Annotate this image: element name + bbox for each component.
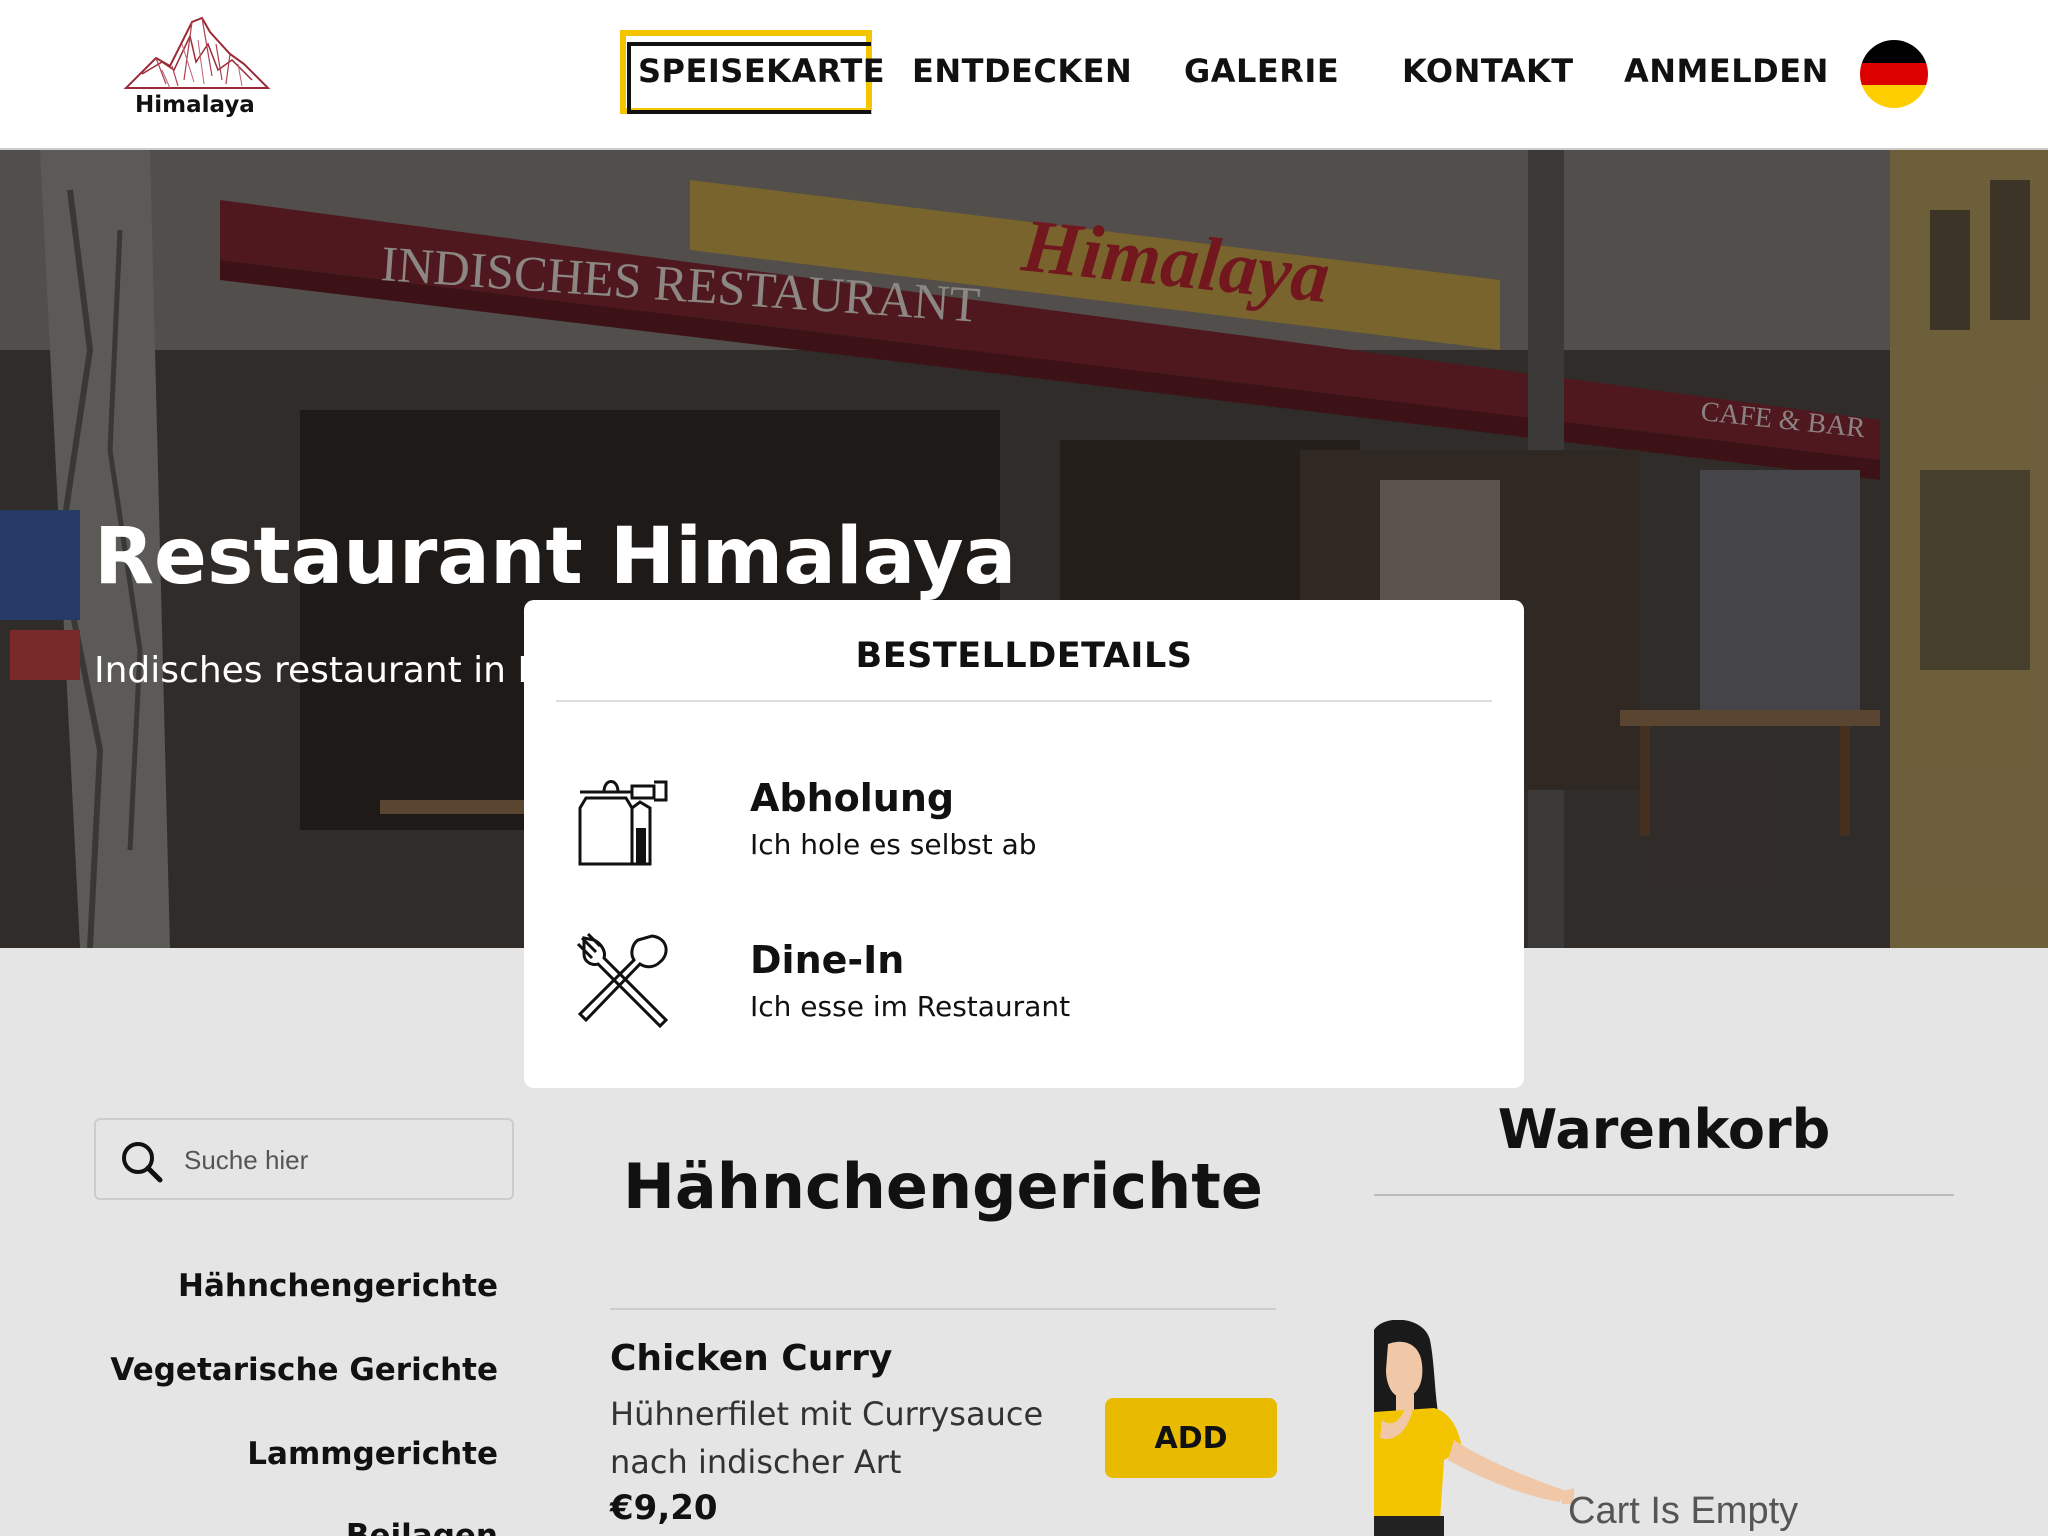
category-lammgerichte[interactable]: Lammgerichte <box>247 1436 498 1472</box>
nav-galerie[interactable]: GALERIE <box>1184 52 1339 90</box>
order-option-pickup[interactable]: Abholung Ich hole es selbst ab <box>574 768 1454 888</box>
search-icon <box>122 1142 163 1183</box>
add-to-cart-button[interactable]: ADD <box>1105 1398 1277 1478</box>
fork-spoon-icon <box>574 930 674 1030</box>
menu-section-divider <box>610 1308 1276 1310</box>
menu-section-title: Hähnchengerichte <box>623 1150 1263 1223</box>
nav-anmelden[interactable]: ANMELDEN <box>1624 52 1829 90</box>
cart-empty-text: Cart Is Empty <box>1568 1490 1799 1532</box>
order-details-card: BESTELLDETAILS Abholung Ich hole es selb… <box>524 600 1524 1088</box>
logo-text: Himalaya <box>135 92 255 118</box>
pickup-title: Abholung <box>750 776 955 820</box>
cart-title: Warenkorb <box>1497 1098 1831 1161</box>
nav-speisekarte[interactable]: SPEISEKARTE <box>638 52 885 90</box>
card-divider <box>556 700 1492 702</box>
category-haehnchengerichte[interactable]: Hähnchengerichte <box>178 1268 498 1304</box>
hero-title: Restaurant Himalaya <box>94 512 1017 602</box>
search-box[interactable] <box>94 1118 514 1200</box>
menu-item-description: Hühnerfilet mit Currysauce nach indische… <box>610 1395 1044 1481</box>
order-details-title: BESTELLDETAILS <box>855 636 1193 676</box>
takeaway-bag-icon <box>574 768 674 868</box>
category-vegetarische-gerichte[interactable]: Vegetarische Gerichte <box>110 1352 498 1388</box>
german-flag-icon[interactable] <box>1860 40 1928 108</box>
dine-in-title: Dine-In <box>750 938 905 982</box>
menu-item-price: €9,20 <box>610 1488 718 1528</box>
dine-in-subtitle: Ich esse im Restaurant <box>750 990 1071 1023</box>
nav-entdecken[interactable]: ENTDECKEN <box>912 52 1132 90</box>
cart-divider <box>1374 1194 1954 1196</box>
site-header: Himalaya SPEISEKARTE ENTDECKEN GALERIE K… <box>0 0 2048 150</box>
order-option-dine-in[interactable]: Dine-In Ich esse im Restaurant <box>574 930 1454 1050</box>
search-input[interactable] <box>184 1134 494 1186</box>
pickup-subtitle: Ich hole es selbst ab <box>750 828 1037 861</box>
nav-kontakt[interactable]: KONTAKT <box>1402 52 1574 90</box>
menu-item-name: Chicken Curry <box>610 1338 893 1379</box>
category-beilagen[interactable]: Beilagen <box>346 1518 498 1536</box>
